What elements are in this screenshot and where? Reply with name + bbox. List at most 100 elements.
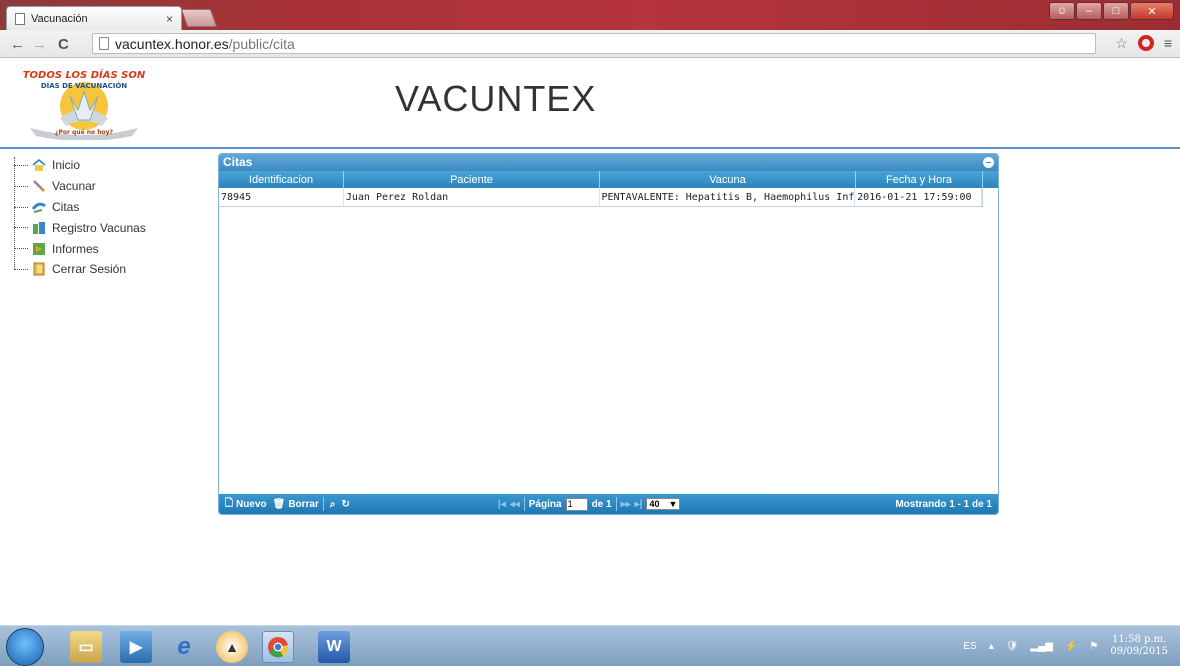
delete-button[interactable]: 🗑 Borrar bbox=[273, 499, 319, 510]
page-number-input[interactable] bbox=[565, 497, 588, 511]
last-page-icon[interactable]: ▸| bbox=[635, 499, 643, 510]
delete-button-label: Borrar bbox=[288, 498, 319, 510]
report-icon bbox=[32, 242, 46, 256]
new-button[interactable]: 🗋 Nuevo bbox=[225, 496, 267, 513]
logo: TODOS LOS DÍAS SON DÍAS DE VACUNACIÓN ¿P… bbox=[20, 66, 148, 141]
sidebar-item-inicio[interactable]: Inicio bbox=[10, 155, 146, 176]
first-page-icon[interactable]: |◂ bbox=[498, 499, 506, 510]
separator bbox=[615, 497, 617, 511]
sidebar-item-label: Cerrar Sesión bbox=[52, 262, 127, 277]
svg-text:DÍAS DE VACUNACIÓN: DÍAS DE VACUNACIÓN bbox=[41, 81, 127, 90]
separator bbox=[523, 497, 525, 511]
trash-icon: 🗑 bbox=[272, 498, 286, 510]
svg-text:TODOS LOS DÍAS SON: TODOS LOS DÍAS SON bbox=[23, 68, 146, 81]
collapse-icon[interactable] bbox=[983, 157, 994, 168]
sidebar-item-vacunar[interactable]: Vacunar bbox=[10, 176, 146, 197]
page-label: Página bbox=[528, 498, 562, 510]
pager-status: Mostrando 1 - 1 de 1 bbox=[895, 498, 992, 510]
sidebar-item-label: Registro Vacunas bbox=[52, 220, 146, 235]
window-controls: ☺ – □ ✕ bbox=[1048, 2, 1174, 20]
taskbar: ▭ ▶ e ▲ W ES ▴ 🛡 ▂▄▆ ⚡ ⚑ 11:58 p.m. 09/0… bbox=[0, 625, 1180, 666]
cell-fecha-hora: 2016-01-21 17:59:00 bbox=[855, 188, 982, 206]
calendar-icon bbox=[31, 200, 46, 214]
back-button[interactable]: ← bbox=[10, 36, 25, 53]
browser-titlebar: Vacunación × ☺ – □ ✕ bbox=[0, 0, 1180, 30]
cell-paciente: Juan Perez Roldan bbox=[344, 188, 600, 206]
sidebar-item-label: Informes bbox=[52, 241, 99, 256]
url-field[interactable]: vacuntex.honor.es/public/cita bbox=[92, 33, 1096, 54]
sidebar-item-cerrar-sesion[interactable]: Cerrar Sesión bbox=[10, 259, 146, 280]
chevron-down-icon: ▼ bbox=[668, 499, 678, 509]
svg-text:¿Por qué no hoy?: ¿Por qué no hoy? bbox=[55, 129, 114, 136]
start-button[interactable] bbox=[6, 628, 44, 666]
sidebar-item-label: Inicio bbox=[52, 158, 81, 173]
logout-icon bbox=[32, 262, 46, 276]
language-indicator[interactable]: ES bbox=[963, 641, 976, 652]
new-icon: 🗋 bbox=[225, 497, 234, 509]
opera-icon[interactable] bbox=[1137, 35, 1154, 51]
page-size-value: 40 bbox=[649, 499, 660, 509]
flag-icon[interactable]: ⚑ bbox=[1089, 641, 1098, 652]
sidebar-item-citas[interactable]: Citas bbox=[10, 197, 146, 218]
browser-tab[interactable]: Vacunación × bbox=[6, 6, 182, 30]
home-icon bbox=[32, 158, 46, 172]
tab-title: Vacunación bbox=[31, 12, 88, 25]
bookmark-star-icon[interactable]: ☆ bbox=[1115, 35, 1128, 52]
sidebar-item-registro-vacunas[interactable]: Registro Vacunas bbox=[10, 217, 146, 238]
grid-title-bar: Citas bbox=[219, 154, 998, 171]
menu-icon[interactable]: ≡ bbox=[1164, 35, 1172, 52]
clock[interactable]: 11:58 p.m. 09/09/2015 bbox=[1110, 634, 1168, 658]
refresh-icon[interactable]: ↻ bbox=[342, 499, 350, 510]
syringe-icon bbox=[32, 179, 46, 193]
sidebar-menu: Inicio Vacunar Citas Registro Vacunas In… bbox=[10, 155, 146, 280]
network-icon[interactable]: ▂▄▆ bbox=[1030, 641, 1052, 652]
page-title: VACUNTEX bbox=[395, 78, 597, 119]
sidebar-item-informes[interactable]: Informes bbox=[10, 238, 146, 259]
grid-pager: 🗋 Nuevo 🗑 Borrar ⌕ ↻ |◂ ◂◂ Página de 1 ▸… bbox=[219, 494, 998, 514]
header-divider bbox=[0, 147, 1180, 149]
column-header-vacuna[interactable]: Vacuna bbox=[600, 171, 856, 188]
forward-button[interactable]: → bbox=[32, 36, 47, 53]
show-hidden-icons-icon[interactable]: ▴ bbox=[989, 641, 994, 652]
column-header-fecha-hora[interactable]: Fecha y Hora bbox=[856, 171, 983, 188]
sidebar-item-label: Vacunar bbox=[52, 179, 96, 194]
security-icon[interactable]: 🛡 bbox=[1006, 641, 1019, 652]
clock-time: 11:58 p.m. bbox=[1112, 634, 1167, 645]
url-path: /public/cita bbox=[228, 35, 295, 52]
maximize-button[interactable]: □ bbox=[1103, 2, 1129, 20]
explorer-icon[interactable]: ▭ bbox=[70, 631, 102, 663]
separator bbox=[322, 497, 324, 511]
internet-explorer-icon[interactable]: e bbox=[168, 631, 200, 663]
search-icon[interactable]: ⌕ bbox=[330, 499, 336, 510]
page-total-label: de 1 bbox=[591, 498, 612, 510]
register-icon bbox=[32, 221, 46, 235]
url-host: vacuntex.honor.es bbox=[115, 35, 229, 52]
prev-page-icon[interactable]: ◂◂ bbox=[510, 499, 520, 510]
page-size-select[interactable]: 40 ▼ bbox=[646, 498, 681, 510]
column-header-paciente[interactable]: Paciente bbox=[344, 171, 600, 188]
cell-identificacion: 78945 bbox=[219, 188, 344, 206]
sidebar-item-label: Citas bbox=[52, 199, 80, 214]
app-icon[interactable]: ▲ bbox=[216, 631, 248, 663]
grid-header-row: Identificacion Paciente Vacuna Fecha y H… bbox=[219, 171, 998, 188]
column-header-identificacion[interactable]: Identificacion bbox=[219, 171, 344, 188]
new-tab-button[interactable] bbox=[180, 9, 218, 27]
grid-title: Citas bbox=[223, 155, 253, 169]
table-row[interactable]: 78945 Juan Perez Roldan PENTAVALENTE: He… bbox=[219, 188, 983, 207]
next-page-icon[interactable]: ▸▸ bbox=[621, 499, 631, 510]
page-icon bbox=[15, 12, 25, 25]
user-icon[interactable]: ☺ bbox=[1049, 2, 1075, 20]
reload-button[interactable]: C bbox=[58, 36, 69, 53]
word-icon[interactable]: W bbox=[318, 631, 350, 663]
tab-close-icon[interactable]: × bbox=[166, 12, 173, 26]
media-player-icon[interactable]: ▶ bbox=[120, 631, 152, 663]
chrome-icon[interactable] bbox=[262, 631, 294, 663]
minimize-button[interactable]: – bbox=[1076, 2, 1102, 20]
power-icon[interactable]: ⚡ bbox=[1065, 641, 1077, 652]
new-button-label: Nuevo bbox=[236, 498, 267, 510]
close-button[interactable]: ✕ bbox=[1130, 2, 1174, 20]
clock-date: 09/09/2015 bbox=[1110, 646, 1168, 657]
page-icon bbox=[99, 37, 109, 50]
system-tray: ES ▴ 🛡 ▂▄▆ ⚡ ⚑ 11:58 p.m. 09/09/2015 bbox=[963, 634, 1168, 658]
citas-grid: Citas Identificacion Paciente Vacuna Fec… bbox=[218, 153, 999, 515]
